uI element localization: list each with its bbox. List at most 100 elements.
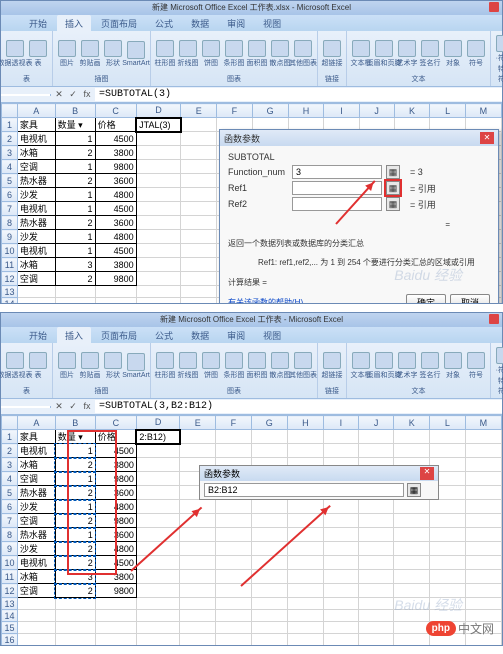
ribbon-button[interactable]: 对象: [443, 352, 463, 380]
ribbon-button[interactable]: 表: [28, 352, 48, 380]
cell[interactable]: [287, 444, 323, 458]
cell[interactable]: [287, 598, 323, 610]
cell[interactable]: 1: [55, 444, 95, 458]
ribbon-button[interactable]: 饼图: [201, 352, 221, 380]
row-header[interactable]: 5: [2, 486, 18, 500]
cell[interactable]: [136, 500, 179, 514]
cell[interactable]: [430, 444, 466, 458]
cell[interactable]: 沙发: [17, 230, 55, 244]
close-icon[interactable]: ✕: [420, 467, 434, 480]
cell[interactable]: [430, 556, 466, 570]
row-header[interactable]: 9: [2, 542, 18, 556]
column-header[interactable]: C: [95, 416, 136, 430]
row-header[interactable]: 1: [2, 430, 18, 444]
row-header[interactable]: 11: [2, 258, 18, 272]
cell[interactable]: [394, 500, 430, 514]
cell[interactable]: [136, 146, 181, 160]
ribbon-button[interactable]: 表: [28, 40, 48, 68]
cell[interactable]: [181, 286, 217, 298]
cell[interactable]: [95, 298, 136, 304]
cell[interactable]: 9800: [95, 272, 136, 286]
cell[interactable]: [180, 634, 216, 646]
cell[interactable]: [55, 598, 95, 610]
ribbon-button[interactable]: 图片: [57, 40, 77, 68]
cell[interactable]: [465, 472, 501, 486]
cell[interactable]: [394, 430, 430, 444]
cell[interactable]: [136, 188, 181, 202]
row-header[interactable]: 7: [2, 514, 18, 528]
cell[interactable]: [136, 258, 181, 272]
cell[interactable]: [465, 556, 501, 570]
cell[interactable]: [136, 570, 179, 584]
cell[interactable]: [430, 514, 466, 528]
cell[interactable]: [394, 444, 430, 458]
row-header[interactable]: 14: [2, 298, 18, 304]
cell[interactable]: [287, 570, 323, 584]
cell[interactable]: [251, 514, 287, 528]
cell[interactable]: [323, 610, 358, 622]
cell[interactable]: [216, 430, 252, 444]
row-header[interactable]: 2: [2, 132, 18, 146]
cell[interactable]: [180, 528, 216, 542]
cell[interactable]: 1: [55, 188, 95, 202]
formula-input[interactable]: =SUBTOTAL(3,B2:B12): [95, 400, 502, 413]
cell[interactable]: [136, 272, 181, 286]
ribbon-button[interactable]: ·符号·: [495, 347, 503, 375]
tab-data[interactable]: 数据: [183, 15, 217, 32]
ribbon-button[interactable]: 其他图表: [293, 352, 313, 380]
cell[interactable]: [95, 610, 136, 622]
column-header[interactable]: K: [394, 104, 430, 118]
cell[interactable]: [216, 556, 252, 570]
cell[interactable]: 4500: [95, 132, 136, 146]
cell[interactable]: [136, 610, 179, 622]
cell[interactable]: [136, 458, 179, 472]
cell[interactable]: [251, 584, 287, 598]
cell[interactable]: 2: [55, 216, 95, 230]
cell[interactable]: 电视机: [17, 444, 55, 458]
row-header[interactable]: 12: [2, 584, 18, 598]
ribbon-button[interactable]: 剪贴画: [80, 40, 100, 68]
ribbon-button[interactable]: 数据透视表: [5, 40, 25, 68]
cell[interactable]: [287, 556, 323, 570]
ribbon-button[interactable]: 数据透视表: [5, 352, 25, 380]
cell[interactable]: [181, 132, 217, 146]
cell[interactable]: [136, 160, 181, 174]
cell[interactable]: [465, 542, 501, 556]
row-header[interactable]: 10: [2, 244, 18, 258]
row-header[interactable]: 1: [2, 118, 18, 132]
column-header[interactable]: H: [287, 416, 323, 430]
ribbon-button[interactable]: 艺术字: [397, 352, 417, 380]
row-header[interactable]: 6: [2, 500, 18, 514]
tab-home[interactable]: 开始: [21, 327, 55, 344]
row-header[interactable]: 3: [2, 146, 18, 160]
cell[interactable]: 空调: [17, 514, 55, 528]
cell[interactable]: [465, 570, 501, 584]
cell[interactable]: 3800: [95, 146, 136, 160]
ribbon-button[interactable]: 形状: [103, 40, 123, 68]
param1-input[interactable]: [292, 165, 382, 179]
param3-input[interactable]: [292, 197, 382, 211]
tab-insert[interactable]: 插入: [57, 327, 91, 344]
cell[interactable]: [55, 610, 95, 622]
close-icon[interactable]: [489, 2, 499, 12]
cell[interactable]: [180, 570, 216, 584]
ribbon-button[interactable]: 对象: [443, 40, 463, 68]
tab-layout[interactable]: 页面布局: [93, 15, 145, 32]
row-header[interactable]: 8: [2, 216, 18, 230]
ribbon-button[interactable]: 面积图: [247, 352, 267, 380]
cell[interactable]: [323, 570, 358, 584]
cell[interactable]: [17, 634, 55, 646]
cell[interactable]: [251, 528, 287, 542]
cell[interactable]: [323, 622, 358, 634]
cell[interactable]: [181, 188, 217, 202]
cell[interactable]: 2: [55, 486, 95, 500]
tab-review[interactable]: 审阅: [219, 15, 253, 32]
column-header[interactable]: D: [136, 104, 181, 118]
cell[interactable]: [358, 598, 393, 610]
cell[interactable]: 空调: [17, 584, 55, 598]
cell[interactable]: 电视机: [17, 202, 55, 216]
cell[interactable]: 4500: [95, 244, 136, 258]
row-header[interactable]: 13: [2, 286, 18, 298]
cell[interactable]: [17, 298, 55, 304]
cell[interactable]: [323, 584, 358, 598]
